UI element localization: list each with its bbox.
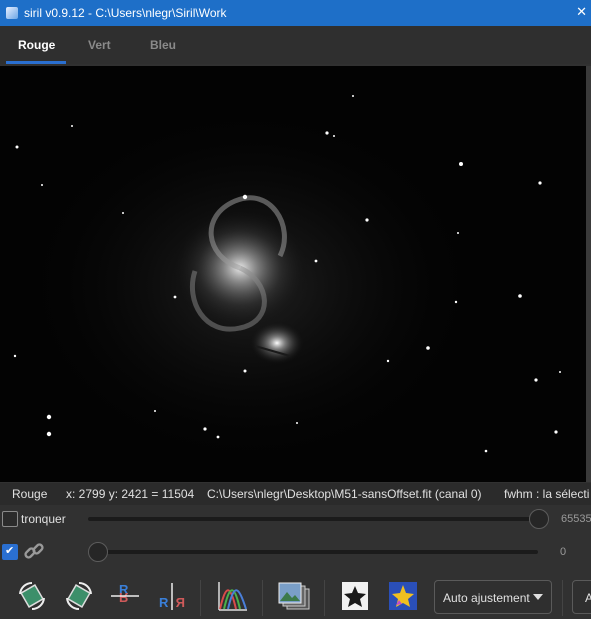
mirror-y-icon: RR bbox=[155, 579, 189, 618]
star-color-icon bbox=[386, 579, 420, 618]
galaxy-image bbox=[0, 66, 586, 482]
low-slider-value: 0 bbox=[560, 546, 567, 558]
chain-link-icon bbox=[22, 540, 46, 569]
histogram-button[interactable] bbox=[215, 578, 251, 618]
toolbar-separator bbox=[324, 580, 325, 616]
tab-rouge[interactable]: Rouge bbox=[18, 38, 55, 52]
window-titlebar: siril v0.9.12 - C:\Users\nlegr\Siril\Wor… bbox=[0, 0, 591, 26]
channel-tabs: Rouge Vert Bleu bbox=[0, 26, 591, 64]
image-stack-icon bbox=[277, 579, 311, 618]
svg-text:R: R bbox=[159, 595, 169, 610]
chevron-down-icon bbox=[533, 594, 543, 600]
tab-bleu[interactable]: Bleu bbox=[150, 38, 176, 52]
high-slider-value: 65535 bbox=[561, 513, 591, 525]
rotate-left-button[interactable] bbox=[14, 578, 50, 618]
rotate-right-button[interactable] bbox=[61, 578, 97, 618]
toolbar-separator bbox=[200, 580, 201, 616]
toolbar-separator bbox=[562, 580, 563, 616]
tab-vert[interactable]: Vert bbox=[88, 38, 111, 52]
active-tab-indicator bbox=[6, 61, 66, 64]
low-slider-track[interactable] bbox=[88, 550, 538, 554]
image-viewer[interactable] bbox=[0, 66, 586, 482]
tronquer-label: tronquer bbox=[21, 512, 66, 526]
histogram-icon bbox=[216, 579, 250, 618]
color-view-button[interactable] bbox=[385, 578, 421, 618]
high-slider-row: tronquer 65535 bbox=[0, 505, 591, 533]
tronquer-checkbox[interactable] bbox=[2, 511, 18, 527]
status-fwhm: fwhm : la sélecti bbox=[504, 487, 590, 501]
svg-text:R: R bbox=[119, 590, 129, 605]
close-icon[interactable]: ✕ bbox=[576, 4, 587, 20]
high-slider-track[interactable] bbox=[88, 517, 538, 521]
star-negative-icon bbox=[338, 579, 372, 618]
status-coordinates: x: 2799 y: 2421 = 11504 bbox=[66, 487, 195, 501]
status-channel: Rouge bbox=[12, 487, 48, 501]
low-slider-knob[interactable] bbox=[88, 542, 108, 562]
toolbar-separator bbox=[262, 580, 263, 616]
image-stack-button[interactable] bbox=[276, 578, 312, 618]
status-file-path: C:\Users\nlegr\Desktop\M51-sansOffset.fi… bbox=[207, 487, 482, 501]
display-mode-label: Auto ajustement bbox=[443, 591, 530, 605]
rotate-right-icon bbox=[62, 579, 96, 618]
partial-button-label: A bbox=[585, 591, 591, 605]
siril-app-icon bbox=[6, 7, 18, 19]
status-bar: Rouge x: 2799 y: 2421 = 11504 C:\Users\n… bbox=[0, 483, 591, 505]
svg-text:R: R bbox=[175, 595, 185, 610]
high-slider-knob[interactable] bbox=[529, 509, 549, 529]
partial-toolbar-button[interactable]: A bbox=[572, 580, 591, 614]
negative-view-button[interactable] bbox=[337, 578, 373, 618]
mirror-x-icon: RR bbox=[108, 579, 142, 618]
rotate-left-icon bbox=[15, 579, 49, 618]
low-slider-row: 0 bbox=[0, 538, 591, 566]
window-title: siril v0.9.12 - C:\Users\nlegr\Siril\Wor… bbox=[24, 6, 227, 20]
display-mode-dropdown[interactable]: Auto ajustement bbox=[434, 580, 552, 614]
mirror-x-button[interactable]: RR bbox=[107, 578, 143, 618]
mirror-y-button[interactable]: RR bbox=[154, 578, 190, 618]
link-checkbox[interactable] bbox=[2, 544, 18, 560]
viewer-scrollbar[interactable] bbox=[586, 66, 591, 482]
